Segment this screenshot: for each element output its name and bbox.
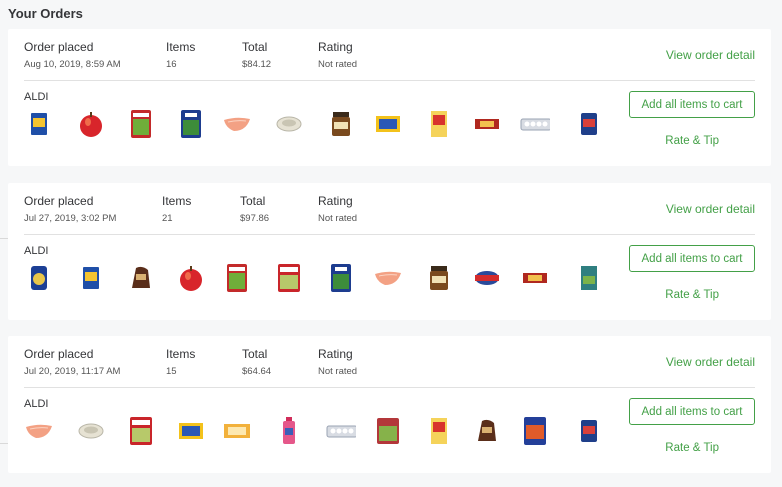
add-all-to-cart-button[interactable]: Add all items to cart [629,91,755,118]
divider [24,234,755,235]
order-date: Jul 20, 2019, 11:17 AM [24,366,121,377]
rating-value: Not rated [318,213,358,224]
items-count: 21 [162,213,173,224]
total-column: Total $64.64 [242,347,271,378]
peanut-butter-jar-thumbnail[interactable] [424,262,454,294]
salad-kit-thumbnail[interactable] [373,415,403,447]
total-label: Total [242,40,268,54]
items-column: Items 16 [166,40,195,71]
juice-bottle-thumbnail[interactable] [274,415,304,447]
items-column: Items 15 [166,347,195,378]
rate-and-tip-link[interactable]: Rate & Tip [665,442,719,454]
salad-bag-thumbnail[interactable] [126,108,156,140]
items-label: Items [166,40,196,54]
order-placed-column: Order placed Jul 20, 2019, 11:17 AM [24,347,120,378]
items-count: 15 [166,366,177,377]
store-name: ALDI [24,91,49,103]
bread-loaf-thumbnail[interactable] [126,262,156,294]
granola-bar-thumbnail[interactable] [472,108,502,140]
salad-bag-thumbnail[interactable] [222,262,252,294]
seasoning-box-thumbnail[interactable] [574,262,604,294]
rating-label: Rating [318,347,353,361]
cereal-box-thumbnail[interactable] [424,415,454,447]
egg-carton-thumbnail[interactable] [326,415,356,447]
order-total: $84.12 [242,59,272,70]
page-title: Your Orders [8,6,83,21]
granola-bar-thumbnail[interactable] [520,262,550,294]
order-card: Order placed Jul 27, 2019, 3:02 PM Items… [8,183,771,320]
store-name: ALDI [24,398,49,410]
order-total: $97.86 [240,213,270,224]
snack-pack-thumbnail[interactable] [176,415,206,447]
add-all-to-cart-button[interactable]: Add all items to cart [629,245,755,272]
item-thumbnails [24,415,604,451]
rating-value: Not rated [318,59,358,70]
order-placed-column: Order placed Aug 10, 2019, 8:59 AM [24,40,121,71]
rate-and-tip-link[interactable]: Rate & Tip [665,135,719,147]
order-placed-label: Order placed [24,347,94,361]
salmon-fillet-thumbnail[interactable] [373,262,403,294]
spinach-bag-thumbnail[interactable] [176,108,206,140]
divider [24,387,755,388]
cereal-box-thumbnail[interactable] [424,108,454,140]
rating-value: Not rated [318,366,358,377]
tuna-can-thumbnail[interactable] [472,262,502,294]
spinach-bag-thumbnail[interactable] [326,262,356,294]
rating-label: Rating [318,194,353,208]
egg-carton-thumbnail[interactable] [520,108,550,140]
rating-column: Rating Not rated [318,40,357,71]
total-label: Total [242,347,268,361]
canned-soup-thumbnail[interactable] [574,415,604,447]
cheese-slices-thumbnail[interactable] [222,415,252,447]
caesar-salad-bag-thumbnail[interactable] [274,262,304,294]
order-date: Jul 27, 2019, 3:02 PM [24,213,117,224]
coffee-canister-thumbnail[interactable] [24,262,54,294]
tortilla-bowl-thumbnail[interactable] [76,415,106,447]
items-count: 16 [166,59,177,70]
total-label: Total [240,194,266,208]
total-column: Total $84.12 [242,40,271,71]
add-all-to-cart-button[interactable]: Add all items to cart [629,398,755,425]
order-total: $64.64 [242,366,272,377]
items-column: Items 21 [162,194,191,225]
canned-soup-thumbnail[interactable] [574,108,604,140]
view-order-detail-link[interactable]: View order detail [666,48,755,62]
rating-label: Rating [318,40,353,54]
peanut-butter-jar-thumbnail[interactable] [326,108,356,140]
rate-and-tip-link[interactable]: Rate & Tip [665,289,719,301]
items-label: Items [162,194,192,208]
items-label: Items [166,347,196,361]
salmon-fillet-thumbnail[interactable] [222,108,252,140]
view-order-detail-link[interactable]: View order detail [666,202,755,216]
pasta-bag-thumbnail[interactable] [520,415,550,447]
caesar-salad-bag-thumbnail[interactable] [126,415,156,447]
order-placed-column: Order placed Jul 27, 2019, 3:02 PM [24,194,116,225]
divider [24,80,755,81]
macaroni-box-thumbnail[interactable] [24,108,54,140]
apple-thumbnail[interactable] [176,262,206,294]
store-name: ALDI [24,245,49,257]
order-placed-label: Order placed [24,40,94,54]
macaroni-box-thumbnail[interactable] [76,262,106,294]
rating-column: Rating Not rated [318,347,357,378]
bread-loaf-thumbnail[interactable] [472,415,502,447]
rating-column: Rating Not rated [318,194,357,225]
tortilla-bowl-thumbnail[interactable] [274,108,304,140]
order-date: Aug 10, 2019, 8:59 AM [24,59,121,70]
snack-pack-thumbnail[interactable] [373,108,403,140]
item-thumbnails [24,262,604,298]
item-thumbnails [24,108,604,144]
order-card: Order placed Aug 10, 2019, 8:59 AM Items… [8,29,771,166]
salmon-fillet-thumbnail[interactable] [24,415,54,447]
order-card: Order placed Jul 20, 2019, 11:17 AM Item… [8,336,771,473]
order-placed-label: Order placed [24,194,94,208]
apple-thumbnail[interactable] [76,108,106,140]
view-order-detail-link[interactable]: View order detail [666,355,755,369]
total-column: Total $97.86 [240,194,269,225]
